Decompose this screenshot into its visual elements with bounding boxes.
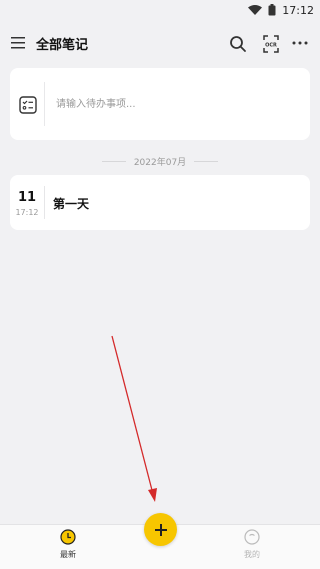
- separator-line: [194, 160, 219, 162]
- month-label: 2022年07月: [133, 157, 187, 168]
- note-time: 17:12: [15, 208, 39, 217]
- menu-icon[interactable]: [10, 35, 28, 51]
- page-title: 全部笔记: [36, 38, 89, 53]
- note-title: 第一天: [53, 197, 90, 211]
- search-icon[interactable]: [229, 35, 247, 53]
- more-options-icon[interactable]: [292, 40, 308, 46]
- separator-line: [101, 160, 126, 162]
- ocr-scan-icon[interactable]: OCR: [263, 35, 279, 53]
- clock-icon: [60, 529, 76, 545]
- todo-input[interactable]: [56, 94, 296, 114]
- nav-label-latest: 最新: [60, 550, 76, 559]
- svg-text:OCR: OCR: [265, 43, 277, 49]
- battery-icon: [268, 4, 276, 16]
- status-bar: 17:12: [0, 0, 320, 22]
- nav-item-latest[interactable]: 最新: [38, 529, 98, 567]
- nav-item-mine[interactable]: 我的: [222, 529, 282, 567]
- status-icons: 17:12: [248, 2, 314, 18]
- plus-icon: [154, 523, 167, 536]
- app-header: 全部笔记 OCR: [0, 22, 320, 66]
- nav-label-mine: 我的: [244, 550, 260, 559]
- note-divider: [44, 186, 45, 219]
- wifi-icon: [248, 5, 263, 15]
- add-note-button[interactable]: [144, 513, 177, 546]
- note-day: 11: [17, 190, 37, 205]
- checklist-icon: [19, 96, 37, 114]
- note-card[interactable]: 11 17:12 第一天: [10, 175, 310, 230]
- profile-icon: [244, 529, 260, 545]
- todo-divider: [44, 82, 45, 126]
- annotation-arrow: [111, 335, 157, 502]
- status-time: 17:12: [282, 3, 314, 17]
- month-separator: 2022年07月: [0, 154, 320, 168]
- todo-input-card: [10, 68, 310, 140]
